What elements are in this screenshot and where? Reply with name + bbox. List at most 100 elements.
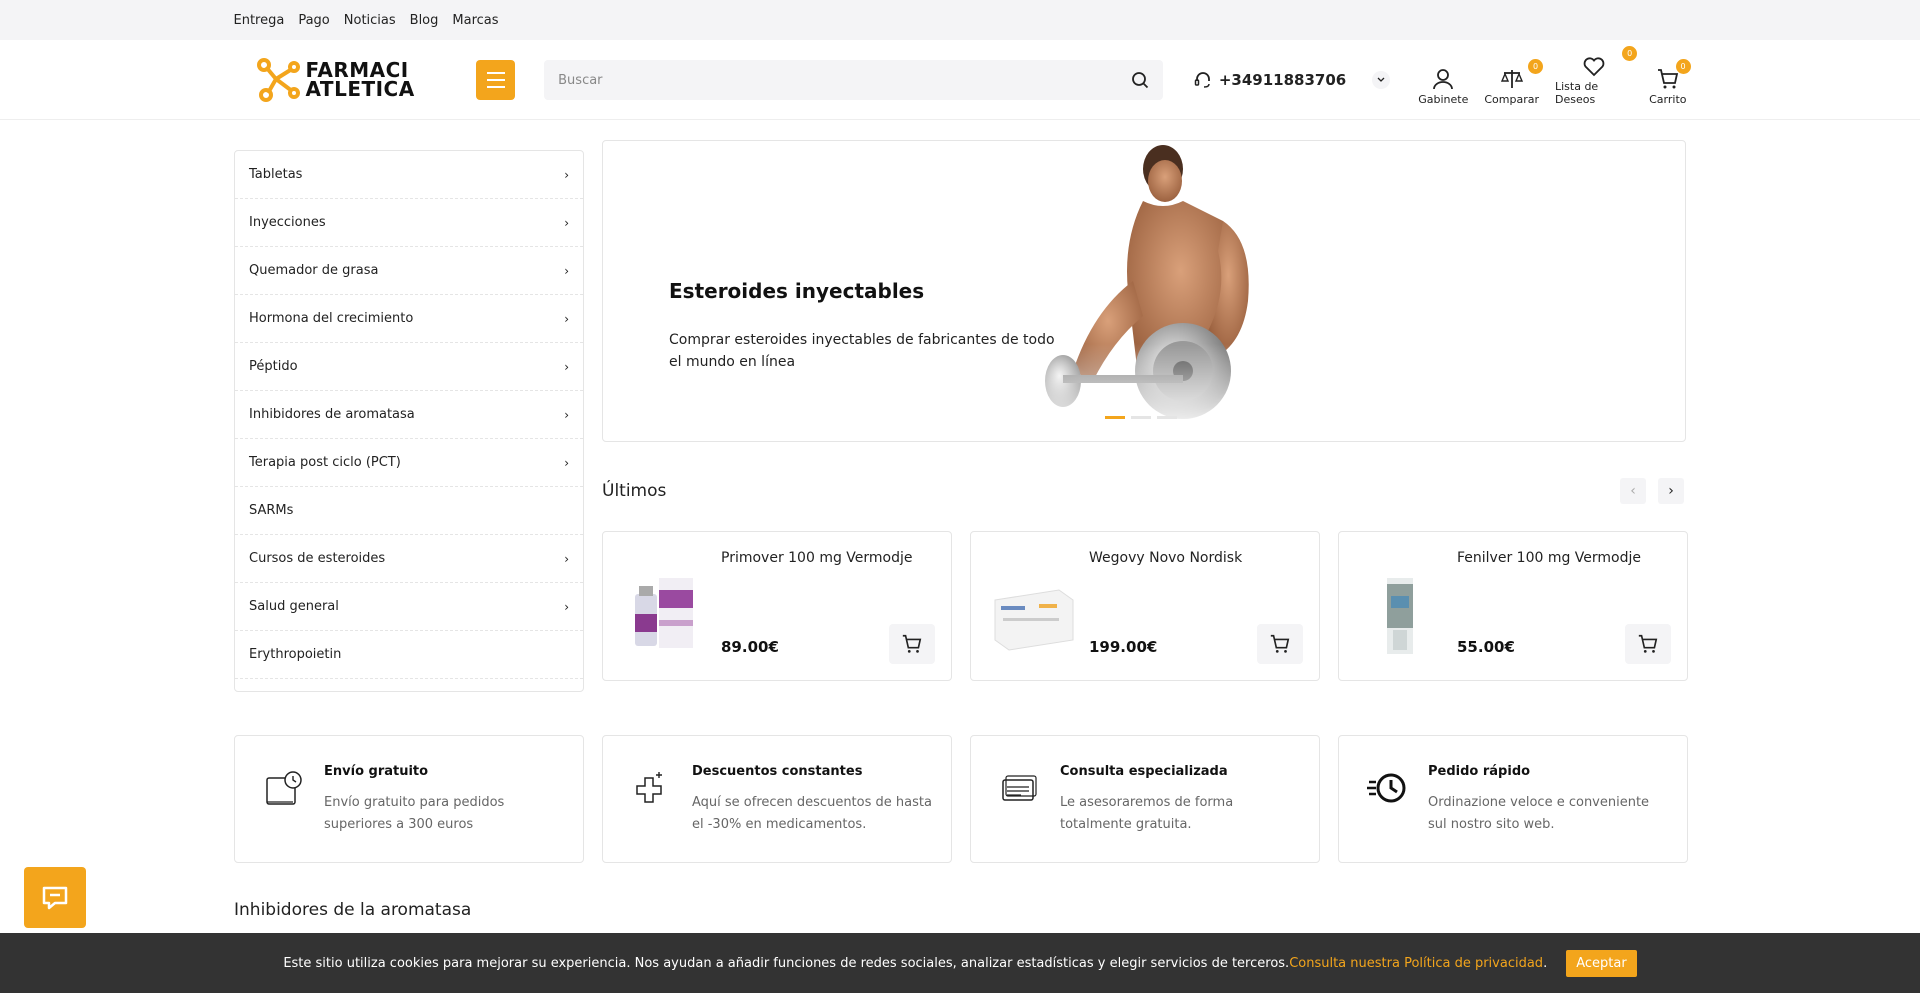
aromatase-section-title: Inhibidores de la aromatasa [234,900,472,920]
sidebar-item-sarms[interactable]: SARMs [235,487,583,535]
chevron-right-icon: › [564,455,569,470]
feature-title: Pedido rápido [1428,764,1531,779]
phone-contact[interactable]: +34911883706 [1193,70,1391,90]
chevron-right-icon: › [564,311,569,326]
feature-title: Envío gratuito [324,764,429,779]
sidebar-item-tabletas[interactable]: Tabletas › [235,151,583,199]
plus-cross-icon [636,772,662,803]
chevron-right-icon: › [564,599,569,614]
carousel-next-button[interactable]: › [1658,478,1684,504]
cart-button[interactable]: 0 Carrito [1649,59,1691,106]
cookie-banner: Este sitio utiliza cookies para mejorar … [0,933,1920,993]
hero-subtitle: Comprar esteroides inyectables de fabric… [669,332,1055,370]
search-icon[interactable] [1131,71,1149,89]
product-image [1387,578,1413,654]
feature-card: Consulta especializada Le asesoraremos d… [970,735,1320,863]
chevron-right-icon: › [564,215,569,230]
site-logo[interactable]: FARMACI ATLETICA [254,57,471,103]
add-to-cart-button[interactable] [1257,624,1303,664]
topnav-link-blog[interactable]: Blog [410,13,439,28]
topnav-link-pago[interactable]: Pago [298,13,329,28]
cabinet-button[interactable]: Gabinete [1418,67,1468,106]
sidebar-item-hormona[interactable]: Hormona del crecimiento › [235,295,583,343]
product-price: 89.00€ [721,638,779,656]
feature-description: Envío gratuito para pedidos superiores a… [324,795,505,832]
topnav-link-marcas[interactable]: Marcas [452,13,498,28]
phone-number[interactable]: +34911883706 [1219,71,1346,89]
feature-description: Ordinazione veloce e conveniente sul nos… [1428,795,1650,832]
cart-count-badge: 0 [1675,59,1691,74]
feature-title: Consulta especializada [1060,764,1228,779]
top-nav: Entrega Pago Noticias Blog Marcas [234,0,1687,40]
hero-title: Esteroides inyectables [669,279,925,303]
cart-icon [1657,69,1678,89]
header: FARMACI ATLETICA +34911883706 [0,40,1920,120]
shipping-icon [266,771,302,805]
sidebar-item-quemador[interactable]: Quemador de grasa › [235,247,583,295]
cart-icon [902,634,922,653]
compare-button[interactable]: 0 Comparar [1484,59,1543,106]
product-name[interactable]: Wegovy Novo Nordisk [1089,550,1242,566]
cart-icon [1638,634,1658,653]
wishlist-count-badge: 0 [1622,46,1638,61]
chevron-right-icon: › [564,263,569,278]
product-name[interactable]: Fenilver 100 mg Vermodje [1457,550,1641,566]
add-to-cart-button[interactable] [1625,624,1671,664]
hero-banner[interactable]: Esteroides inyectables Comprar esteroide… [602,140,1686,442]
cookie-period: . [1543,955,1548,971]
product-card[interactable]: Fenilver 100 mg Vermodje 55.00€ [1338,531,1688,681]
scales-icon [1500,70,1523,88]
topnav-link-entrega[interactable]: Entrega [234,13,285,28]
hero-slider-dots [1105,416,1177,419]
cart-icon [1270,634,1290,653]
privacy-policy-link[interactable]: Consulta nuestra Política de privacidad [1289,956,1543,971]
sidebar-item-cursos[interactable]: Cursos de esteroides › [235,535,583,583]
product-name[interactable]: Primover 100 mg Vermodje [721,550,913,566]
logo-molecule-icon [256,58,300,102]
fast-clock-icon [1367,773,1406,803]
accept-cookies-button[interactable]: Aceptar [1566,949,1637,977]
search-input[interactable] [558,72,1119,88]
logo-text: FARMACI ATLETICA [305,58,415,101]
carousel-prev-button[interactable]: ‹ [1620,478,1646,504]
catalog-menu-button[interactable] [476,60,516,100]
features-row: Envío gratuito Envío gratuito para pedid… [234,735,1688,863]
chevron-right-icon: › [564,407,569,422]
wishlist-label: Lista de Deseos [1554,80,1599,106]
sidebar-item-erythropoietin[interactable]: Erythropoietin [235,631,583,679]
compare-label: Comparar [1484,93,1539,106]
add-to-cart-button[interactable] [889,624,935,664]
sidebar-item-salud[interactable]: Salud general › [235,583,583,631]
cards-icon [1002,775,1037,801]
heart-icon [1583,57,1605,77]
topnav-link-noticias[interactable]: Noticias [344,13,396,28]
product-card[interactable]: Wegovy Novo Nordisk 199.00€ [970,531,1320,681]
search-bar [544,60,1163,100]
cookie-text: Este sitio utiliza cookies para mejorar … [283,955,1290,971]
chevron-down-icon[interactable] [1372,71,1391,89]
slider-dot[interactable] [1131,416,1151,419]
user-icon [1433,69,1454,90]
product-price: 199.00€ [1089,638,1158,656]
feature-description: Le asesoraremos de forma totalmente grat… [1060,795,1234,832]
sidebar-item-inhibidores[interactable]: Inhibidores de aromatasa › [235,391,583,439]
wishlist-button[interactable]: 0 Lista de Deseos [1554,46,1638,106]
cart-label: Carrito [1649,93,1687,106]
compare-count-badge: 0 [1527,59,1543,74]
chevron-right-icon: › [564,551,569,566]
latest-section-title: Últimos [602,481,667,501]
feature-card: Pedido rápido Ordinazione veloce e conve… [1338,735,1688,863]
slider-dot-active[interactable] [1105,416,1125,419]
sidebar-item-peptido[interactable]: Péptido › [235,343,583,391]
category-sidebar: Tabletas › Inyecciones › Quemador de grasa… [234,150,584,692]
sidebar-item-pct[interactable]: Terapia post ciclo (PCT) › [235,439,583,487]
feature-title: Descuentos constantes [692,764,863,779]
sidebar-item-inyecciones[interactable]: Inyecciones › [235,199,583,247]
hero-bodybuilder-image [1033,141,1273,431]
product-card[interactable]: Primover 100 mg Vermodje 89.00€ [602,531,952,681]
chevron-right-icon: › [564,167,569,182]
product-image [994,589,1074,651]
feature-description: Aquí se ofrecen descuentos de hasta el -… [692,795,932,832]
chat-button[interactable] [24,867,86,928]
slider-dot[interactable] [1157,416,1177,419]
